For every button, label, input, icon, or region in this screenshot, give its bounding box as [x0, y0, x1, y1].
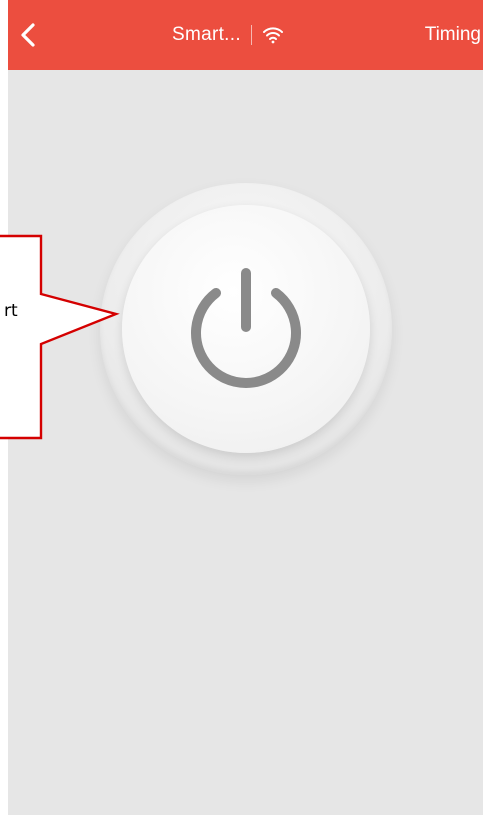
title-group: Smart...: [172, 0, 284, 70]
power-button[interactable]: [122, 205, 370, 453]
timing-button[interactable]: Timing: [425, 0, 483, 70]
title-divider: [250, 25, 252, 45]
annotation-callout: [0, 234, 120, 440]
chevron-left-icon[interactable]: [16, 22, 40, 48]
power-button-ring: [100, 183, 392, 475]
wifi-icon: [262, 27, 283, 44]
device-title: Smart...: [172, 24, 241, 45]
callout-text: rt: [4, 301, 18, 321]
top-bar: Smart... Timing: [8, 0, 483, 70]
power-icon: [191, 268, 301, 388]
